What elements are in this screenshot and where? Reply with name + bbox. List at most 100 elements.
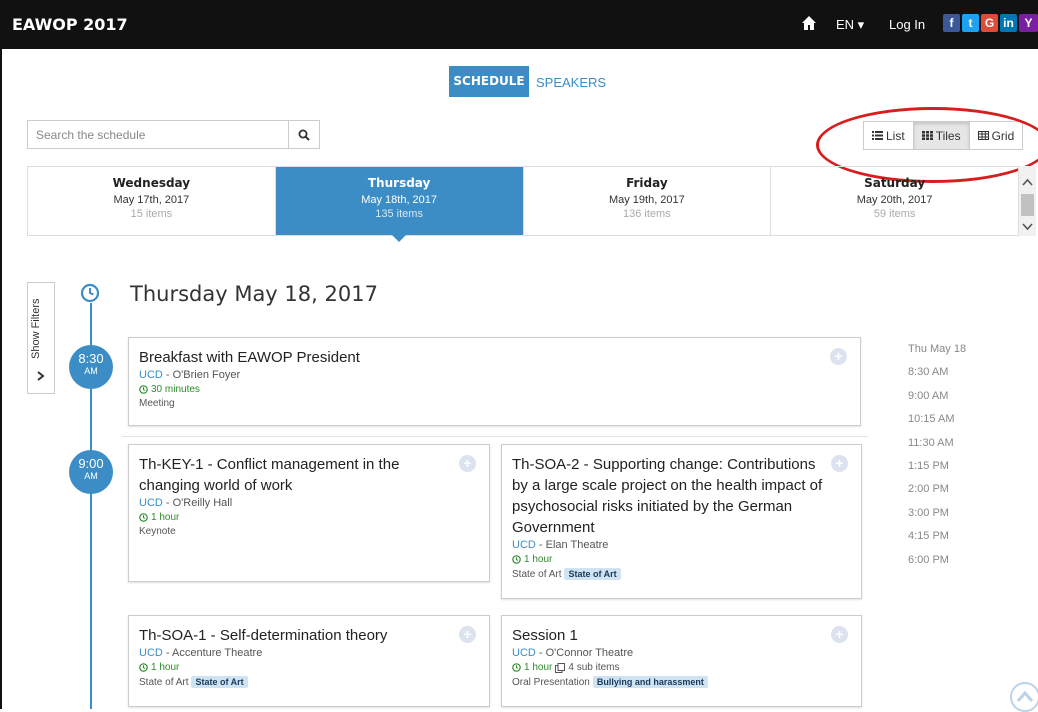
clock-icon <box>512 663 521 672</box>
day-date: May 20th, 2017 <box>856 194 933 206</box>
view-tiles-button[interactable]: Tiles <box>913 122 970 149</box>
track-badge[interactable]: State of Art <box>564 568 621 580</box>
session-title[interactable]: Th-KEY-1 - Conflict management in the ch… <box>139 454 479 496</box>
day-scrollbar[interactable] <box>1019 166 1036 236</box>
brand-title[interactable]: EAWOP 2017 <box>12 15 128 34</box>
session-duration: 1 hour 4 sub items <box>512 662 851 673</box>
add-to-schedule-icon[interactable]: + <box>831 455 848 472</box>
track-badge[interactable]: Bullying and harassment <box>592 676 708 688</box>
time-jump-link[interactable]: 3:00 PM <box>908 507 966 530</box>
time-jump-link[interactable]: 2:00 PM <box>908 483 966 506</box>
day-item-count: 136 items <box>623 208 671 220</box>
chevron-up-icon <box>1016 690 1034 702</box>
session-location: UCD - O'Brien Foyer <box>139 369 850 381</box>
session-card[interactable]: + Breakfast with EAWOP President UCD - O… <box>128 337 861 426</box>
scroll-to-top-button[interactable] <box>1010 682 1038 712</box>
session-type: Oral Presentation Bullying and harassment <box>512 676 851 688</box>
venue-link[interactable]: UCD <box>512 539 536 551</box>
track-badge[interactable]: State of Art <box>191 676 248 688</box>
add-to-schedule-icon[interactable]: + <box>830 348 847 365</box>
session-location: UCD - Elan Theatre <box>512 539 851 551</box>
session-card[interactable]: + Th-KEY-1 - Conflict management in the … <box>128 444 490 582</box>
day-date: May 17th, 2017 <box>113 194 190 206</box>
search-input[interactable] <box>28 121 288 148</box>
venue-link[interactable]: UCD <box>139 497 163 509</box>
day-date: May 19th, 2017 <box>608 194 685 206</box>
clock-icon <box>139 663 148 672</box>
page-title: Thursday May 18, 2017 <box>130 282 378 306</box>
session-card[interactable]: + Th-SOA-1 - Self-determination theory U… <box>128 615 490 707</box>
day-tab-friday[interactable]: Friday May 19th, 2017 136 items <box>524 167 772 235</box>
time-jump-link[interactable]: 9:00 AM <box>908 390 966 413</box>
scrollbar-thumb[interactable] <box>1021 194 1034 216</box>
add-to-schedule-icon[interactable]: + <box>459 455 476 472</box>
google-plus-icon[interactable]: G <box>981 14 998 32</box>
view-list-button[interactable]: List <box>864 122 914 149</box>
clock-icon <box>139 385 148 394</box>
venue-link[interactable]: UCD <box>512 647 536 659</box>
twitter-icon[interactable]: t <box>962 14 979 32</box>
search-button[interactable] <box>288 121 319 148</box>
youtube-icon[interactable]: Y <box>1019 14 1038 32</box>
day-item-count: 135 items <box>375 208 423 220</box>
view-tiles-label: Tiles <box>935 128 961 143</box>
duration-text: 1 hour <box>151 512 180 523</box>
clock-icon <box>139 513 148 522</box>
venue-link[interactable]: UCD <box>139 369 163 381</box>
session-type-text: State of Art <box>139 677 189 688</box>
linkedin-icon[interactable]: in <box>1000 14 1017 32</box>
add-to-schedule-icon[interactable]: + <box>459 626 476 643</box>
session-duration: 1 hour <box>139 512 479 523</box>
day-tab-thursday[interactable]: Thursday May 18th, 2017 135 items <box>275 167 524 242</box>
session-type: State of Art State of Art <box>139 676 479 688</box>
session-duration: 1 hour <box>139 662 479 673</box>
day-item-count: 59 items <box>873 208 916 220</box>
add-to-schedule-icon[interactable]: + <box>831 626 848 643</box>
day-name: Saturday <box>864 176 926 190</box>
session-title[interactable]: Th-SOA-1 - Self-determination theory <box>139 625 479 646</box>
session-card[interactable]: + Session 1 UCD - O'Connor Theatre 1 hou… <box>501 615 862 707</box>
show-filters-label: Show Filters <box>30 298 42 359</box>
session-type: Keynote <box>139 526 176 537</box>
time-jump-link[interactable]: 1:15 PM <box>908 460 966 483</box>
chevron-down-icon[interactable] <box>1022 223 1033 231</box>
facebook-icon[interactable]: f <box>943 14 960 32</box>
time-jump-link[interactable]: 4:15 PM <box>908 530 966 553</box>
home-icon[interactable] <box>801 15 817 31</box>
session-title[interactable]: Session 1 <box>512 625 851 646</box>
tab-schedule[interactable]: SCHEDULE <box>449 66 529 97</box>
view-list-label: List <box>886 128 905 143</box>
time-jump-list: Thu May 18 8:30 AM 9:00 AM 10:15 AM 11:3… <box>908 343 966 577</box>
session-type: Meeting <box>139 398 175 409</box>
time-jump-link[interactable]: 8:30 AM <box>908 366 966 389</box>
time-bubble-time: 8:30 <box>78 351 104 366</box>
time-jump-link[interactable]: 6:00 PM <box>908 554 966 577</box>
chevron-up-icon[interactable] <box>1022 178 1033 186</box>
time-jump-link[interactable]: 11:30 AM <box>908 437 966 460</box>
day-tab-saturday[interactable]: Saturday May 20th, 2017 59 items <box>771 167 1018 235</box>
duration-text: 1 hour <box>151 662 180 673</box>
time-bubble-time: 9:00 <box>78 456 104 471</box>
login-link[interactable]: Log In <box>889 17 925 32</box>
room-name: - Elan Theatre <box>535 539 609 551</box>
chevron-right-icon <box>37 371 45 381</box>
session-duration: 1 hour <box>512 554 851 565</box>
session-location: UCD - Accenture Theatre <box>139 647 479 659</box>
tab-speakers[interactable]: SPEAKERS <box>536 67 606 97</box>
session-card[interactable]: + Th-SOA-2 - Supporting change: Contribu… <box>501 444 862 599</box>
session-title[interactable]: Breakfast with EAWOP President <box>139 347 850 368</box>
divider <box>122 436 868 437</box>
view-grid-button[interactable]: Grid <box>970 122 1023 149</box>
venue-link[interactable]: UCD <box>139 647 163 659</box>
language-dropdown[interactable]: EN ▾ <box>836 17 864 33</box>
clock-icon <box>512 555 521 564</box>
top-navbar: EAWOP 2017 EN ▾ Log In f t G in Y <box>0 0 1038 49</box>
time-jump-link[interactable]: 10:15 AM <box>908 413 966 436</box>
show-filters-button[interactable]: Show Filters <box>27 282 55 394</box>
time-bubble: 9:00 AM <box>69 450 113 494</box>
day-tab-wednesday[interactable]: Wednesday May 17th, 2017 15 items <box>28 167 276 235</box>
session-type-text: State of Art <box>512 569 562 580</box>
day-name: Friday <box>626 176 668 190</box>
clock-icon <box>80 283 100 303</box>
session-title[interactable]: Th-SOA-2 - Supporting change: Contributi… <box>512 454 851 538</box>
